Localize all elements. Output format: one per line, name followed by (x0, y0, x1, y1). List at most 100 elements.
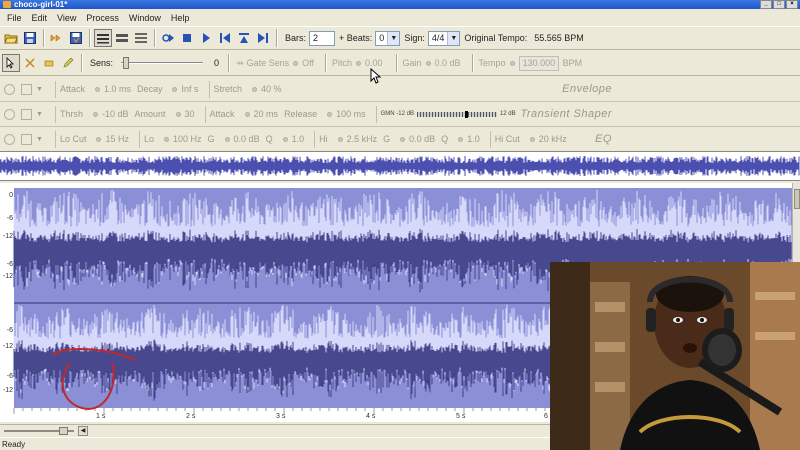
sign-value: 4/4 (431, 33, 445, 43)
tempo-input[interactable]: 130.000 (518, 55, 559, 71)
scroll-left-button[interactable]: ◀ (78, 426, 88, 436)
ts-attack-knob[interactable] (244, 111, 250, 117)
play-icon (203, 33, 210, 43)
open-button[interactable] (2, 29, 20, 47)
gate-sens-knob[interactable] (293, 60, 299, 66)
menu-view[interactable]: View (52, 13, 81, 23)
ts-amount-value: 30 (184, 109, 195, 119)
eq-lo-q-knob[interactable] (282, 136, 288, 142)
power-icon[interactable] (4, 133, 15, 145)
overview-waveform-graphic (0, 152, 800, 180)
rewind-button[interactable] (216, 29, 234, 47)
marker-button[interactable] (235, 29, 253, 47)
menu-help[interactable]: Help (166, 13, 195, 23)
ts-amount-label: Amount (134, 109, 166, 119)
meter-left-label: GMN -12 dB (380, 111, 414, 117)
eq-locut-knob[interactable] (96, 136, 102, 142)
export-save-button[interactable] (67, 29, 85, 47)
eq-hi-gain-knob[interactable] (400, 136, 406, 142)
chevron-down-icon[interactable]: ▼ (36, 111, 43, 118)
beats-select[interactable]: 0 ▼ (375, 30, 401, 46)
pitch-knob[interactable] (355, 60, 361, 66)
eq-lo-gain-knob[interactable] (224, 136, 230, 142)
pitch-value: 0.00 (364, 58, 383, 68)
cut-tool-button[interactable] (21, 54, 39, 72)
eq-hi-q-knob[interactable] (458, 136, 464, 142)
env-decay-label: Decay (136, 84, 163, 94)
time-tick: 4 s (366, 413, 376, 420)
gain-knob[interactable] (425, 60, 431, 66)
env-decay-value: Inf s (181, 84, 199, 94)
sens-slider-thumb[interactable] (123, 57, 130, 69)
minimize-button[interactable]: _ (760, 0, 772, 9)
original-tempo-value: 55.565 BPM (534, 33, 584, 43)
skip-end-button[interactable] (254, 29, 272, 47)
eq-lo-g-label: G (207, 134, 215, 144)
gate-icon: ⇸ (236, 57, 244, 68)
play-button[interactable] (197, 29, 215, 47)
webcam-overlay (550, 262, 800, 450)
envelope-title: Envelope (562, 83, 612, 95)
preset-save-icon[interactable] (21, 108, 32, 120)
time-tick: 1 s (96, 413, 106, 420)
zoom-slider[interactable] (4, 427, 74, 435)
eq-hi-freq-knob[interactable] (337, 136, 343, 142)
ts-release-value: 100 ms (336, 109, 366, 119)
overview-waveform[interactable] (0, 151, 800, 181)
app-icon (3, 1, 11, 8)
env-attack-knob[interactable] (94, 86, 100, 92)
ts-thrsh-knob[interactable] (92, 111, 98, 117)
env-stretch-knob[interactable] (252, 86, 258, 92)
sign-select[interactable]: 4/4 ▼ (427, 30, 461, 46)
erase-tool-button[interactable] (40, 54, 58, 72)
menu-window[interactable]: Window (124, 13, 166, 23)
menu-file[interactable]: File (2, 13, 27, 23)
stop-button[interactable] (178, 29, 196, 47)
pointer-tool-button[interactable] (2, 54, 20, 72)
tools-toolbar: Sens: 0 ⇸ Gate Sens Off Pitch 0.00 Gain … (0, 51, 800, 76)
vertical-scroll-thumb[interactable] (794, 189, 800, 209)
tempo-unit: BPM (562, 58, 583, 68)
env-attack-label: Attack (59, 84, 85, 94)
original-tempo-label: Original Tempo: (464, 33, 528, 43)
env-decay-knob[interactable] (172, 86, 178, 92)
eq-hicut-knob[interactable] (529, 136, 535, 142)
ts-attack-label: Attack (209, 109, 235, 119)
sens-slider[interactable] (121, 56, 204, 70)
tempo-knob[interactable] (509, 60, 515, 66)
menu-process[interactable]: Process (81, 13, 124, 23)
eq-lo-gain: 0.0 dB (233, 134, 260, 144)
view-mode-2-button[interactable] (113, 29, 131, 47)
open-folder-icon (4, 34, 18, 44)
view-mode-3-button[interactable] (132, 29, 150, 47)
preset-save-icon[interactable] (21, 83, 32, 95)
view-mode-1-button[interactable] (94, 29, 112, 47)
eq-lo-q-label: Q (265, 134, 273, 144)
power-icon[interactable] (4, 108, 15, 120)
eq-lo-freq-knob[interactable] (164, 136, 169, 142)
preset-save-icon[interactable] (21, 133, 32, 145)
close-button[interactable]: × (786, 0, 798, 9)
play-loop-button[interactable] (159, 29, 177, 47)
export-button[interactable] (48, 29, 66, 47)
menu-edit[interactable]: Edit (27, 13, 53, 23)
transient-shaper-row: ▼ Thrsh -10 dB Amount 30 Attack 20 ms Re… (0, 102, 800, 127)
eq-locut-label: Lo Cut (59, 134, 87, 144)
db-tick: -6 (6, 327, 13, 334)
ts-release-knob[interactable] (327, 111, 333, 117)
pitch-label: Pitch (331, 58, 352, 68)
zoom-slider-thumb[interactable] (59, 427, 68, 435)
floppy-icon (24, 32, 36, 44)
chevron-down-icon[interactable]: ▼ (36, 136, 43, 143)
chevron-down-icon[interactable]: ▼ (36, 86, 43, 93)
ts-amount-knob[interactable] (175, 111, 181, 117)
power-icon[interactable] (4, 83, 15, 95)
maximize-button[interactable]: □ (773, 0, 785, 9)
pencil-tool-button[interactable] (59, 54, 77, 72)
bars-input[interactable]: 2 (309, 30, 336, 46)
eq-row: ▼ Lo Cut 15 Hz Lo 100 Hz G 0.0 dB Q 1.0 … (0, 127, 800, 152)
main-toolbar: Bars: 2 + Beats: 0 ▼ Sign: 4/4 ▼ Origina… (0, 26, 800, 50)
save-button[interactable] (21, 29, 39, 47)
env-stretch-value: 40 % (261, 84, 282, 94)
split-view-icon (116, 34, 128, 42)
